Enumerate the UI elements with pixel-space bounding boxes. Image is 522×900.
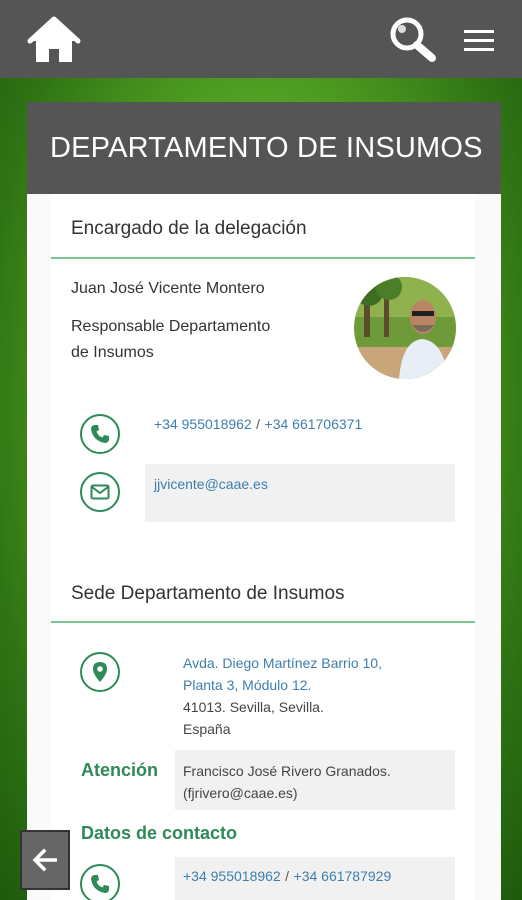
- card-header: DEPARTAMENTO DE INSUMOS: [27, 102, 501, 194]
- contact-data-label: Datos de contacto: [81, 823, 238, 843]
- delegate-section-title: Encargado de la delegación: [71, 218, 307, 239]
- address-block: Avda. Diego Martínez Barrio 10, Planta 3…: [183, 652, 382, 740]
- headquarters-section-title: Sede Departamento de Insumos: [71, 583, 345, 604]
- address-line4: España: [183, 721, 231, 737]
- delegate-role-line2: de Insumos: [71, 344, 154, 361]
- delegate-name: Juan José Vicente Montero: [71, 280, 265, 297]
- menu-button[interactable]: [460, 26, 498, 56]
- arrow-left-icon: [32, 848, 57, 872]
- search-icon: [390, 17, 436, 62]
- phone-icon: [91, 875, 109, 893]
- hq-phones: +34 955018962 / +34 661787929: [183, 868, 391, 886]
- delegate-email-link[interactable]: jjvicente@caae.es: [154, 476, 268, 492]
- page-title: DEPARTAMENTO DE INSUMOS: [50, 131, 483, 164]
- attention-email: (fjrivero@caae.es): [183, 785, 298, 801]
- delegate-email-icon: [80, 472, 120, 512]
- phone-separator: /: [285, 868, 290, 884]
- top-bar: [0, 0, 522, 78]
- attention-text: Francisco José Rivero Granados. (fjriver…: [183, 760, 391, 804]
- department-card: DEPARTAMENTO DE INSUMOS Encargado de la …: [27, 102, 501, 900]
- home-button[interactable]: [27, 16, 81, 66]
- section-divider: [51, 257, 475, 259]
- hq-phone1-link[interactable]: +34 955018962: [183, 868, 281, 884]
- map-pin-icon: [93, 662, 107, 682]
- delegate-role-line1: Responsable Departamento: [71, 318, 271, 335]
- attention-person: Francisco José Rivero Granados.: [183, 763, 391, 779]
- back-button[interactable]: [20, 830, 70, 890]
- menu-icon: [464, 30, 494, 51]
- section-divider: [51, 621, 475, 623]
- address-line2[interactable]: Planta 3, Módulo 12.: [183, 674, 382, 696]
- home-icon: [27, 16, 81, 62]
- hq-phone-icon: [80, 864, 120, 900]
- envelope-icon: [90, 484, 110, 500]
- delegate-phone2-link[interactable]: +34 661706371: [265, 416, 363, 432]
- address-line3: 41013. Sevilla, Sevilla.: [183, 699, 324, 715]
- location-icon-wrapper: [80, 652, 120, 692]
- delegate-phone-icon: [80, 414, 120, 454]
- avatar: [354, 277, 456, 379]
- hq-phone2-link[interactable]: +34 661787929: [294, 868, 392, 884]
- search-button[interactable]: [388, 16, 438, 62]
- phone-icon: [91, 425, 109, 443]
- attention-label: Atención: [81, 760, 159, 780]
- delegate-phone1-link[interactable]: +34 955018962: [154, 416, 252, 432]
- address-line1[interactable]: Avda. Diego Martínez Barrio 10,: [183, 652, 382, 674]
- delegate-phones: +34 955018962 / +34 661706371: [154, 416, 362, 434]
- email-box: [145, 464, 455, 522]
- phone-separator: /: [256, 416, 261, 432]
